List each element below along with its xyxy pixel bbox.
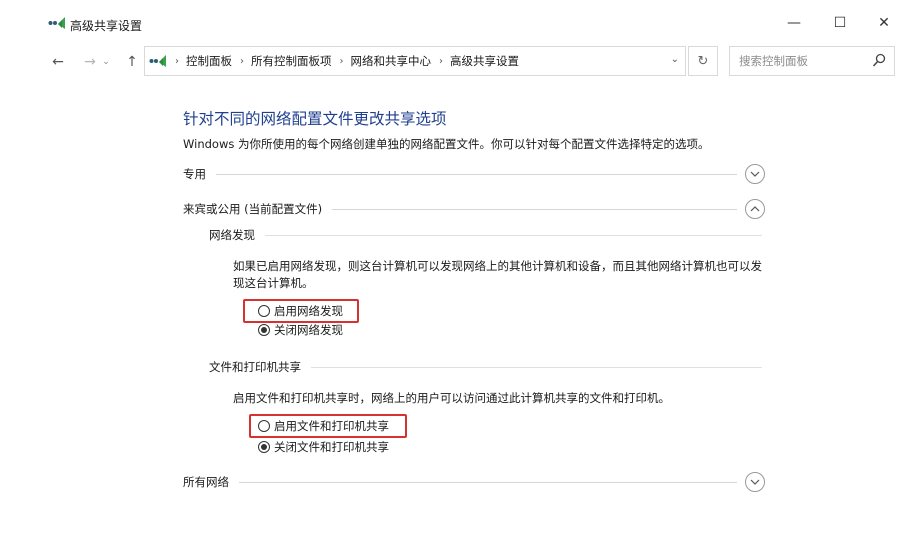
chevron-up-icon bbox=[750, 206, 760, 212]
window-title: 高级共享设置 bbox=[70, 19, 143, 33]
forward-arrow-icon[interactable]: → bbox=[80, 52, 100, 72]
breadcrumb-control-panel[interactable]: 控制面板 bbox=[186, 53, 232, 69]
breadcrumb-separator-icon[interactable]: › bbox=[340, 56, 344, 67]
network-sharing-icon bbox=[149, 55, 166, 67]
title-bar: 高级共享设置 — ☐ ✕ bbox=[0, 0, 919, 46]
divider bbox=[332, 208, 737, 210]
divider bbox=[239, 481, 737, 483]
chevron-down-icon bbox=[750, 479, 760, 485]
section-guest-public-label: 来宾或公用 (当前配置文件) bbox=[183, 202, 323, 216]
radio-disable-file-printer-sharing[interactable]: 关闭文件和打印机共享 bbox=[258, 439, 389, 455]
address-bar[interactable]: › 控制面板 › 所有控制面板项 › 网络和共享中心 › 高级共享设置 ⌄ bbox=[144, 46, 686, 76]
radio-label[interactable]: 关闭文件和打印机共享 bbox=[274, 439, 389, 455]
radio-label[interactable]: 关闭网络发现 bbox=[274, 322, 343, 338]
divider bbox=[216, 173, 737, 175]
breadcrumb: › 控制面板 › 所有控制面板项 › 网络和共享中心 › 高级共享设置 bbox=[167, 53, 519, 69]
file-printer-sharing-header: 文件和打印机共享 bbox=[209, 358, 762, 376]
radio-dot bbox=[261, 327, 267, 333]
recent-locations-chevron-icon[interactable]: ⌄ bbox=[100, 52, 112, 72]
search-icon[interactable] bbox=[872, 53, 886, 69]
radio-disable-network-discovery[interactable]: 关闭网络发现 bbox=[258, 322, 343, 338]
expand-all-networks-button[interactable] bbox=[745, 472, 765, 492]
search-box[interactable] bbox=[729, 46, 895, 76]
radio-label[interactable]: 启用网络发现 bbox=[274, 303, 343, 319]
breadcrumb-separator-icon[interactable]: › bbox=[175, 56, 179, 67]
section-all-networks-label: 所有网络 bbox=[183, 475, 229, 489]
section-all-networks[interactable]: 所有网络 bbox=[183, 471, 765, 493]
breadcrumb-separator-icon[interactable]: › bbox=[439, 56, 443, 67]
radio-enable-file-printer-sharing[interactable]: 启用文件和打印机共享 bbox=[258, 418, 389, 434]
radio-button-selected[interactable] bbox=[258, 324, 270, 336]
network-sharing-icon bbox=[48, 17, 65, 29]
up-arrow-icon[interactable]: ↑ bbox=[122, 52, 142, 72]
radio-button-selected[interactable] bbox=[258, 441, 270, 453]
collapse-guest-public-button[interactable] bbox=[745, 199, 765, 219]
maximize-button[interactable]: ☐ bbox=[820, 10, 860, 36]
breadcrumb-separator-icon[interactable]: › bbox=[240, 56, 244, 67]
network-discovery-description: 如果已启用网络发现，则这台计算机可以发现网络上的其他计算机和设备，而且其他网络计… bbox=[233, 259, 762, 290]
radio-button[interactable] bbox=[258, 305, 270, 317]
minimize-button[interactable]: — bbox=[774, 10, 814, 36]
close-button[interactable]: ✕ bbox=[864, 10, 904, 36]
section-private[interactable]: 专用 bbox=[183, 163, 765, 185]
page-heading: 针对不同的网络配置文件更改共享选项 bbox=[183, 110, 447, 128]
breadcrumb-advanced-sharing[interactable]: 高级共享设置 bbox=[450, 53, 519, 69]
file-printer-sharing-description: 启用文件和打印机共享时，网络上的用户可以访问通过此计算机共享的文件和打印机。 bbox=[233, 391, 670, 405]
file-printer-sharing-title: 文件和打印机共享 bbox=[209, 360, 301, 374]
search-input[interactable] bbox=[739, 54, 869, 68]
radio-enable-network-discovery[interactable]: 启用网络发现 bbox=[258, 303, 343, 319]
breadcrumb-all-items[interactable]: 所有控制面板项 bbox=[251, 53, 332, 69]
chevron-down-icon bbox=[750, 171, 760, 177]
divider bbox=[311, 366, 762, 368]
back-arrow-icon[interactable]: ← bbox=[48, 52, 68, 72]
page-description: Windows 为你所使用的每个网络创建单独的网络配置文件。你可以针对每个配置文… bbox=[183, 137, 710, 151]
address-dropdown-icon[interactable]: ⌄ bbox=[671, 54, 679, 65]
breadcrumb-network-sharing-center[interactable]: 网络和共享中心 bbox=[351, 53, 432, 69]
expand-private-button[interactable] bbox=[745, 164, 765, 184]
network-discovery-header: 网络发现 bbox=[209, 226, 762, 244]
radio-label[interactable]: 启用文件和打印机共享 bbox=[274, 418, 389, 434]
radio-button[interactable] bbox=[258, 420, 270, 432]
radio-dot bbox=[261, 444, 267, 450]
section-private-label: 专用 bbox=[183, 167, 206, 181]
network-discovery-title: 网络发现 bbox=[209, 228, 255, 242]
refresh-button[interactable]: ↻ bbox=[688, 46, 718, 76]
section-guest-public[interactable]: 来宾或公用 (当前配置文件) bbox=[183, 198, 765, 220]
divider bbox=[265, 234, 762, 236]
